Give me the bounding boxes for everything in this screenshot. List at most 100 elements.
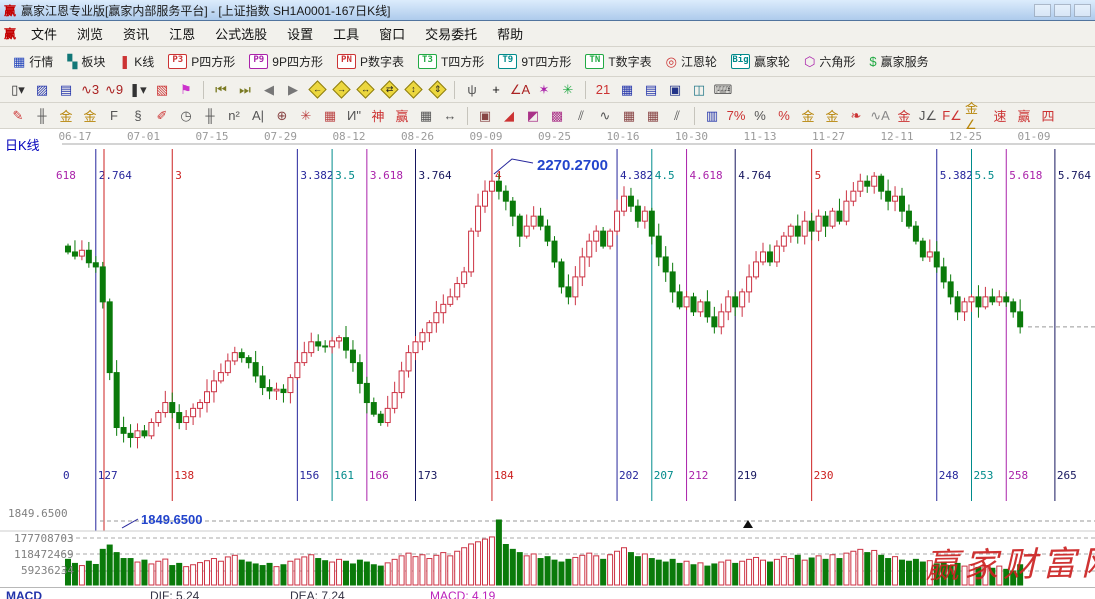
su-angle-icon[interactable]: 速 (988, 105, 1012, 127)
candle-type-dropdown-icon[interactable]: ❚▾ (126, 79, 150, 101)
gold-angle-icon[interactable]: 金∠ (964, 105, 988, 127)
step-forward-icon[interactable]: ▶ (281, 79, 305, 101)
f-angle-icon[interactable]: F∠ (940, 105, 964, 127)
window-controls[interactable] (1034, 4, 1091, 17)
gold-ratio-lines-2-icon[interactable]: 金 (78, 105, 102, 127)
draw-pencil-2-icon[interactable]: ✐ (150, 105, 174, 127)
quotes-button[interactable]: ▦行情 (6, 50, 60, 73)
width-measure-icon[interactable]: ↔ (438, 105, 462, 127)
menu-item-浏览[interactable]: 浏览 (67, 22, 113, 45)
slant-lines-icon[interactable]: ⫽ (569, 105, 593, 127)
info-panel-icon[interactable]: ▤ (54, 79, 78, 101)
drag-hand-icon[interactable]: ψ (460, 79, 484, 101)
menu-item-公式选股[interactable]: 公式选股 (205, 22, 277, 45)
save-icon[interactable]: ▣ (663, 79, 687, 101)
calendar-icon[interactable]: 21 (591, 79, 615, 101)
step-back-icon[interactable]: ◀ (257, 79, 281, 101)
shift-right-icon[interactable]: → (329, 79, 353, 101)
calculator-icon[interactable]: ▦ (615, 79, 639, 101)
go-last-icon[interactable]: ⏭ (233, 79, 257, 101)
spiral-icon[interactable]: § (126, 105, 150, 127)
winner-wheel-button[interactable]: Big赢家轮 (724, 50, 797, 73)
kline-period-dropdown-icon[interactable]: ▯▾ (6, 79, 30, 101)
gann-grid-icon[interactable]: ▦ (318, 105, 342, 127)
notepad-icon[interactable]: ▤ (639, 79, 663, 101)
menu-item-设置[interactable]: 设置 (277, 22, 323, 45)
price-bars-icon[interactable]: ▥ (700, 105, 724, 127)
ruler-123-icon[interactable]: ▦ (414, 105, 438, 127)
menu-item-工具[interactable]: 工具 (323, 22, 369, 45)
t-square-button[interactable]: T3T四方形 (411, 50, 491, 73)
percent-7-icon[interactable]: 7% (724, 105, 748, 127)
gold-circle-icon[interactable]: 金 (796, 105, 820, 127)
menu-item-交易委托[interactable]: 交易委托 (415, 22, 487, 45)
pc-transfer-icon[interactable]: ⌨ (711, 79, 735, 101)
gann-clock-icon[interactable]: ◷ (174, 105, 198, 127)
gold-red-icon[interactable]: 金 (892, 105, 916, 127)
compress-x-icon[interactable]: ⇄ (377, 79, 401, 101)
ying-angle-icon[interactable]: 赢 (1012, 105, 1036, 127)
menu-item-窗口[interactable]: 窗口 (369, 22, 415, 45)
si-angle-icon[interactable]: 四 (1036, 105, 1060, 127)
percent-icon[interactable]: % (748, 105, 772, 127)
gann-shape-icon[interactable]: ✶ (532, 79, 556, 101)
close-icon[interactable] (1074, 4, 1091, 17)
trendline-tool-icon[interactable]: ∠A (508, 79, 532, 101)
grid-pencil-icon[interactable]: ▦ (641, 105, 665, 127)
p-square-button[interactable]: P3P四方形 (161, 50, 242, 73)
wave-icon[interactable]: ∿ (593, 105, 617, 127)
restore-icon[interactable] (1054, 4, 1071, 17)
gann-web-icon[interactable]: ✳ (294, 105, 318, 127)
ying-lines-icon[interactable]: 赢 (390, 105, 414, 127)
box-fan-icon[interactable]: ◩ (521, 105, 545, 127)
t-number-table-button[interactable]: TNT数字表 (578, 50, 658, 73)
mirror-icon[interactable]: A| (246, 105, 270, 127)
j-angle-icon[interactable]: J∠ (916, 105, 940, 127)
menu-item-文件[interactable]: 文件 (21, 22, 67, 45)
circle-cross-icon[interactable]: ⊕ (270, 105, 294, 127)
n-square-icon[interactable]: n² (222, 105, 246, 127)
brush-tool-icon[interactable]: ❧ (844, 105, 868, 127)
fibonacci-lines-icon[interactable]: F (102, 105, 126, 127)
chart-3-icon[interactable]: ∿3 (78, 79, 102, 101)
kline-chart-area[interactable]: 日K线 06-1707-0107-1507-2908-1208-2609-090… (0, 129, 1095, 599)
k-mark-icon[interactable]: И" (342, 105, 366, 127)
kline-button[interactable]: ❚K线 (112, 50, 161, 73)
slant-lines-2-icon[interactable]: ⫽ (665, 105, 689, 127)
fan-lines-icon[interactable]: ◢ (497, 105, 521, 127)
p-number-table-button[interactable]: PNP数字表 (330, 50, 411, 73)
chart-9-icon[interactable]: ∿9 (102, 79, 126, 101)
draw-pencil-icon[interactable]: ✎ (6, 105, 30, 127)
web-box-icon[interactable]: ▩ (545, 105, 569, 127)
box-tool-icon[interactable]: ▣ (473, 105, 497, 127)
menu-item-江恩[interactable]: 江恩 (159, 22, 205, 45)
menu-item-帮助[interactable]: 帮助 (487, 22, 533, 45)
sectors-button[interactable]: ▚板块 (60, 50, 112, 73)
shift-left-icon[interactable]: ← (305, 79, 329, 101)
gann-wheel-button[interactable]: ◎江恩轮 (659, 50, 724, 73)
colored-chart-icon[interactable]: ⚑ (174, 79, 198, 101)
9p-square-button[interactable]: P99P四方形 (242, 50, 330, 73)
macd-indicator-name[interactable]: MACD (6, 589, 42, 599)
menu-item-资讯[interactable]: 资讯 (113, 22, 159, 45)
go-first-icon[interactable]: ⏮ (209, 79, 233, 101)
analysis-brain-icon[interactable]: ✳ (556, 79, 580, 101)
winner-service-button[interactable]: $赢家服务 (862, 50, 935, 73)
9t-square-button[interactable]: T99T四方形 (491, 50, 578, 73)
expand-x-icon[interactable]: ↔ (353, 79, 377, 101)
minimize-icon[interactable] (1034, 4, 1051, 17)
shen-lines-icon[interactable]: 神 (366, 105, 390, 127)
reset-zoom-icon[interactable]: ⇕ (425, 79, 449, 101)
grid-2-icon[interactable]: ▦ (617, 105, 641, 127)
gold-ratio-lines-icon[interactable]: 金 (54, 105, 78, 127)
hexagon-button[interactable]: ⬡六角形 (797, 50, 862, 73)
time-lines-icon[interactable]: ╫ (198, 105, 222, 127)
candlestick-chart-canvas[interactable]: 06-1707-0107-1507-2908-1208-2609-0909-25… (0, 129, 1095, 599)
gold-line-icon[interactable]: 金 (820, 105, 844, 127)
a-wave-icon[interactable]: ∿A (868, 105, 892, 127)
percent-line-icon[interactable]: % (772, 105, 796, 127)
expand-y-icon[interactable]: ↕ (401, 79, 425, 101)
pattern-box-icon[interactable]: ▧ (150, 79, 174, 101)
crosshair-icon[interactable]: + (484, 79, 508, 101)
indicator-window-icon[interactable]: ▨ (30, 79, 54, 101)
